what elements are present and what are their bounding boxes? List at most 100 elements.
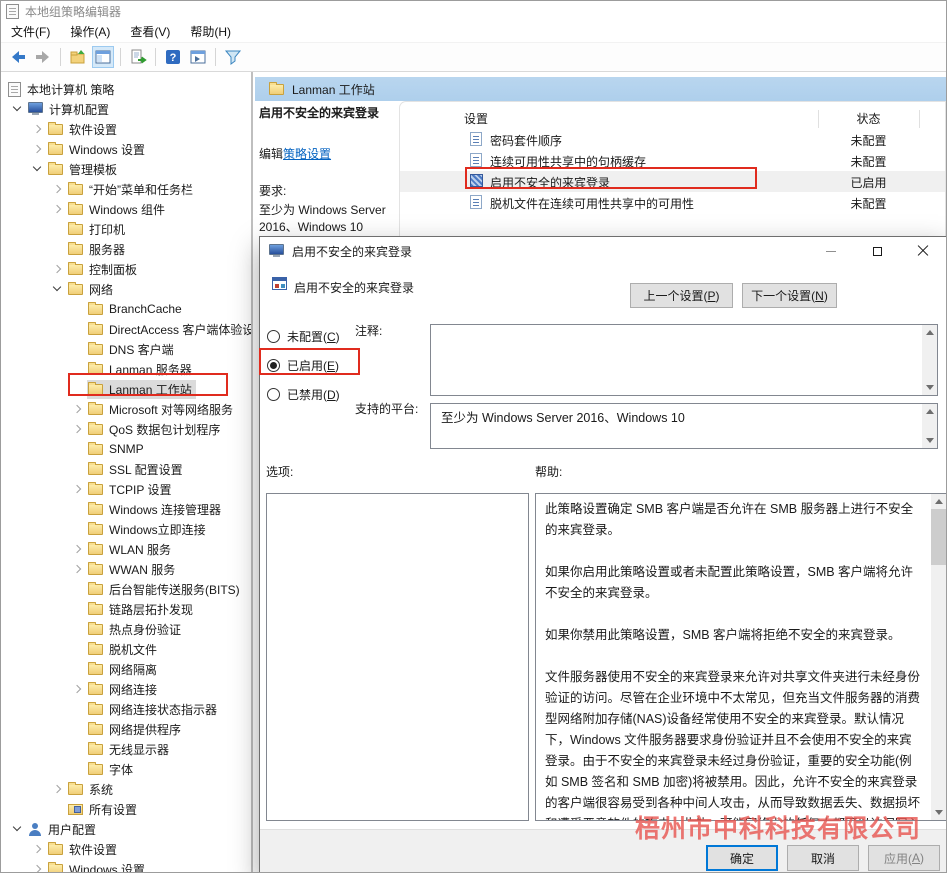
tree-item-selected[interactable]: Lanman 工作站 bbox=[1, 379, 251, 399]
tree-item[interactable]: “开始”菜单和任务栏 bbox=[1, 179, 251, 199]
chevron-collapsed-icon[interactable] bbox=[69, 680, 87, 698]
chevron-expanded-icon[interactable] bbox=[9, 820, 27, 838]
tree-item[interactable]: Microsoft 对等网络服务 bbox=[1, 399, 251, 419]
tree-item[interactable]: DirectAccess 客户端体验设置 bbox=[1, 319, 251, 339]
back-icon[interactable] bbox=[7, 46, 29, 68]
tree-item[interactable]: 网络隔离 bbox=[1, 659, 251, 679]
chevron-collapsed-icon[interactable] bbox=[29, 140, 47, 158]
help-panel[interactable]: 此策略设置确定 SMB 客户端是否允许在 SMB 服务器上进行不安全的来宾登录。… bbox=[535, 493, 947, 821]
chevron-collapsed-icon[interactable] bbox=[69, 560, 87, 578]
tree-item[interactable]: 计算机配置 bbox=[1, 99, 251, 119]
tree-item[interactable]: 管理模板 bbox=[1, 159, 251, 179]
export-list-icon[interactable] bbox=[127, 46, 149, 68]
tree-item[interactable]: 软件设置 bbox=[1, 119, 251, 139]
tree-item[interactable]: WLAN 服务 bbox=[1, 539, 251, 559]
tree-item[interactable]: 字体 bbox=[1, 759, 251, 779]
chevron-collapsed-icon[interactable] bbox=[29, 840, 47, 858]
tree-item[interactable]: 网络提供程序 bbox=[1, 719, 251, 739]
tree-item[interactable]: Windows 组件 bbox=[1, 199, 251, 219]
tree-item[interactable]: 网络连接状态指示器 bbox=[1, 699, 251, 719]
column-separator[interactable] bbox=[818, 110, 819, 128]
tree-item[interactable]: Lanman 服务器 bbox=[1, 359, 251, 379]
tree-item[interactable]: SNMP bbox=[1, 439, 251, 459]
options-panel[interactable] bbox=[266, 493, 529, 821]
scrollbar[interactable] bbox=[922, 404, 937, 448]
tree-item[interactable]: QoS 数据包计划程序 bbox=[1, 419, 251, 439]
tree-item[interactable]: 脱机文件 bbox=[1, 639, 251, 659]
chevron-expanded-icon[interactable] bbox=[49, 280, 67, 298]
menu-item[interactable]: 操作(A) bbox=[60, 20, 120, 43]
chevron-collapsed-icon[interactable] bbox=[49, 780, 67, 798]
help-icon[interactable]: ? bbox=[162, 46, 184, 68]
chevron-collapsed-icon[interactable] bbox=[69, 400, 87, 418]
menu-item[interactable]: 帮助(H) bbox=[180, 20, 241, 43]
menu-item[interactable]: 文件(F) bbox=[1, 20, 60, 43]
tree-item[interactable]: 服务器 bbox=[1, 239, 251, 259]
tree-item[interactable]: 链路层拓扑发现 bbox=[1, 599, 251, 619]
policy-row[interactable]: 脱机文件在连续可用性共享中的可用性未配置 bbox=[400, 192, 945, 213]
column-separator[interactable] bbox=[919, 110, 920, 128]
up-folder-icon[interactable] bbox=[67, 46, 89, 68]
scrollbar[interactable] bbox=[922, 325, 937, 395]
scrollbar[interactable] bbox=[931, 494, 946, 820]
tree-item[interactable]: BranchCache bbox=[1, 299, 251, 319]
tree-item[interactable]: Windows立即连接 bbox=[1, 519, 251, 539]
tree-item[interactable]: Windows 连接管理器 bbox=[1, 499, 251, 519]
chevron-collapsed-icon[interactable] bbox=[29, 860, 47, 872]
tree-item[interactable]: Windows 设置 bbox=[1, 139, 251, 159]
chevron-collapsed-icon[interactable] bbox=[69, 420, 87, 438]
policy-row[interactable]: 连续可用性共享中的句柄缓存未配置 bbox=[400, 150, 945, 171]
tree-item[interactable]: 网络 bbox=[1, 279, 251, 299]
close-icon[interactable] bbox=[900, 237, 946, 265]
tree-item[interactable]: 热点身份验证 bbox=[1, 619, 251, 639]
ok-button[interactable]: 确定 bbox=[706, 845, 778, 871]
tree-item[interactable]: TCPIP 设置 bbox=[1, 479, 251, 499]
radio-option[interactable]: 已禁用(D) bbox=[267, 380, 340, 409]
chevron-collapsed-icon[interactable] bbox=[49, 180, 67, 198]
radio-option[interactable]: 未配置(C) bbox=[267, 322, 340, 351]
tree-item-content: 字体 bbox=[87, 760, 137, 779]
tree-item-content: DNS 客户端 bbox=[87, 340, 178, 359]
chevron-expanded-icon[interactable] bbox=[9, 100, 27, 118]
tree-item[interactable]: WWAN 服务 bbox=[1, 559, 251, 579]
comment-textarea[interactable] bbox=[430, 324, 938, 396]
chevron-collapsed-icon[interactable] bbox=[49, 260, 67, 278]
column-settings[interactable]: 设置 bbox=[464, 110, 488, 127]
tree-item[interactable]: 所有设置 bbox=[1, 799, 251, 819]
chevron-collapsed-icon[interactable] bbox=[69, 480, 87, 498]
cancel-button[interactable]: 取消 bbox=[787, 845, 859, 871]
show-window-icon[interactable] bbox=[187, 46, 209, 68]
chevron-collapsed-icon[interactable] bbox=[69, 540, 87, 558]
chevron-expanded-icon[interactable] bbox=[29, 160, 47, 178]
policy-row-selected[interactable]: 启用不安全的来宾登录已启用 bbox=[400, 171, 945, 192]
maximize-icon[interactable] bbox=[854, 237, 900, 265]
tree-item[interactable]: 本地计算机 策略 bbox=[1, 79, 251, 99]
tree-item[interactable]: 后台智能传送服务(BITS) bbox=[1, 579, 251, 599]
previous-setting-button[interactable]: 上一个设置(P) bbox=[630, 283, 733, 308]
tree-item[interactable]: DNS 客户端 bbox=[1, 339, 251, 359]
apply-button[interactable]: 应用(A) bbox=[868, 845, 940, 871]
tree-item[interactable]: 控制面板 bbox=[1, 259, 251, 279]
chevron-collapsed-icon[interactable] bbox=[29, 120, 47, 138]
tree-item[interactable]: SSL 配置设置 bbox=[1, 459, 251, 479]
minimize-icon[interactable] bbox=[808, 237, 854, 265]
filter-icon[interactable] bbox=[222, 46, 244, 68]
tree-item[interactable]: 网络连接 bbox=[1, 679, 251, 699]
console-tree-toggle-icon[interactable] bbox=[92, 46, 114, 68]
policy-settings-link[interactable]: 策略设置 bbox=[283, 147, 331, 161]
tree-item[interactable]: 用户配置 bbox=[1, 819, 251, 839]
tree-item[interactable]: 打印机 bbox=[1, 219, 251, 239]
menu-item[interactable]: 查看(V) bbox=[120, 20, 180, 43]
next-setting-button[interactable]: 下一个设置(N) bbox=[742, 283, 837, 308]
policy-row[interactable]: 密码套件顺序未配置 bbox=[400, 129, 945, 150]
folder-icon bbox=[88, 304, 103, 315]
tree-item[interactable]: 软件设置 bbox=[1, 839, 251, 859]
forward-icon[interactable] bbox=[32, 46, 54, 68]
supported-on-textarea[interactable]: 至少为 Windows Server 2016、Windows 10 bbox=[430, 403, 938, 449]
tree-item[interactable]: 无线显示器 bbox=[1, 739, 251, 759]
radio-option[interactable]: 已启用(E) bbox=[267, 351, 340, 380]
tree-item[interactable]: 系统 bbox=[1, 779, 251, 799]
tree-item[interactable]: Windows 设置 bbox=[1, 859, 251, 872]
chevron-collapsed-icon[interactable] bbox=[49, 200, 67, 218]
column-status[interactable]: 状态 bbox=[818, 110, 919, 127]
